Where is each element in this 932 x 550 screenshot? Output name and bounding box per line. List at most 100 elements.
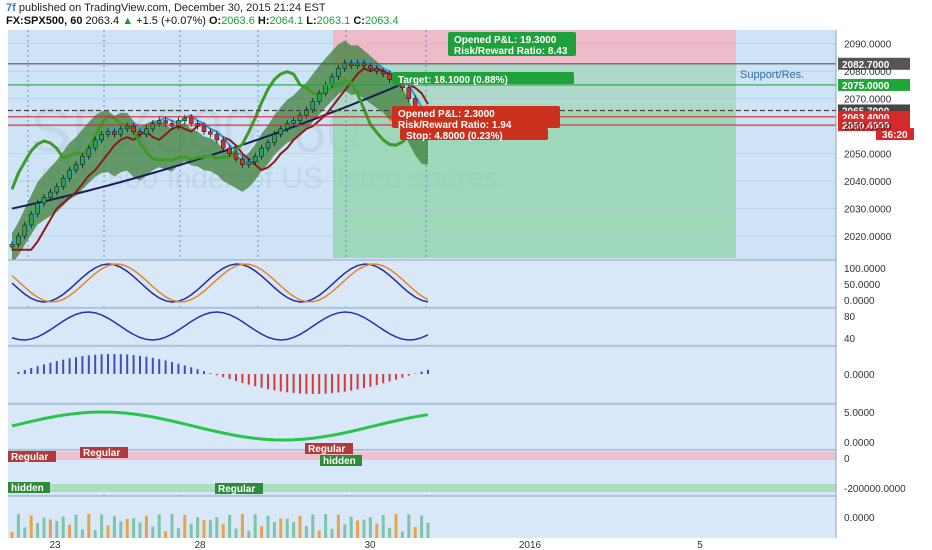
divergence-label: Regular: [83, 448, 120, 459]
price-tick-label: 2090.0000: [844, 40, 892, 51]
volume-bar: [42, 517, 46, 538]
volume-bar: [215, 516, 219, 538]
panel-tick-label: 80: [844, 312, 856, 323]
panel-tick-label: 0.0000: [844, 438, 875, 449]
histogram-bar: [151, 357, 154, 374]
volume-bar: [228, 514, 232, 538]
panel-background: [8, 308, 836, 344]
price-tick-label: 2040.0000: [844, 177, 892, 188]
panel-stochastic: 100.0000 50.0000 0.0000: [8, 259, 886, 307]
histogram-bar: [119, 354, 122, 374]
volume-bar: [292, 521, 296, 538]
volume-bar: [394, 514, 398, 538]
histogram-bar: [139, 355, 141, 374]
histogram-bar: [279, 374, 282, 392]
divergence-label: Regular: [218, 484, 255, 495]
candle-up: [252, 156, 258, 163]
candle-up: [16, 235, 21, 245]
volume-bar: [10, 532, 14, 538]
histogram-bar: [145, 356, 148, 374]
histogram-bar: [292, 374, 295, 394]
panel-macd-histogram: 0.0000: [8, 345, 875, 402]
candle-up: [92, 139, 98, 149]
publish-line: 7f published on TradingView.com, Decembe…: [6, 2, 326, 14]
open-label: O:: [208, 15, 222, 27]
candle-down: [137, 131, 143, 135]
panel-tick-label: 0.0000: [844, 513, 875, 524]
histogram-bar: [183, 365, 186, 374]
open-value: 2063.6: [221, 15, 255, 27]
volume-bar: [362, 519, 366, 538]
candle-up: [118, 128, 124, 135]
volume-bar: [240, 514, 244, 538]
long-trade-label-text: Opened P&L: 19.3000: [454, 35, 557, 46]
candle-up: [284, 123, 290, 130]
histogram-bar: [254, 374, 257, 387]
divergence-band-bottom: [8, 484, 836, 492]
volume-bar: [388, 527, 392, 538]
volume-bar: [343, 524, 347, 538]
panel-tick-label: 0.0000: [844, 370, 875, 381]
histogram-bar: [100, 354, 103, 374]
volume-bar: [208, 520, 212, 538]
low-label: L:: [306, 15, 317, 27]
volume-bar: [157, 514, 161, 538]
volume-bar: [221, 524, 225, 538]
histogram-bar: [68, 358, 71, 374]
candle-down: [131, 125, 136, 132]
volume-bar: [196, 517, 200, 538]
panel-divergence: 0-200000.0000Regular Regular Regularhidden…: [8, 443, 906, 495]
volume-bar: [279, 518, 283, 538]
histogram-bar: [395, 374, 397, 380]
histogram-bar: [305, 374, 308, 394]
histogram-bar: [30, 368, 33, 374]
chart-canvas[interactable]: SPX500, 60 S&P 500 Index of US listed sh…: [0, 30, 932, 550]
volume-bar: [189, 523, 193, 538]
volume-bar: [74, 514, 78, 538]
histogram-bar: [363, 374, 365, 389]
candle-up: [291, 120, 296, 124]
histogram-bar: [420, 371, 423, 374]
volume-bar: [29, 515, 33, 538]
histogram-bar: [36, 366, 39, 374]
support-resistance-label: Support/Res.: [740, 69, 804, 81]
candle-up: [182, 117, 188, 121]
candle-up: [48, 191, 53, 198]
histogram-bar: [235, 374, 237, 382]
candle-down: [233, 153, 239, 160]
candle-up: [156, 120, 162, 124]
volume-bar: [426, 522, 430, 538]
volume-bar: [266, 515, 270, 538]
histogram-bar: [17, 372, 20, 374]
histogram-bar: [356, 374, 359, 390]
stop-label-text: Stop: 4.8000 (0.23%): [406, 131, 503, 142]
volume-bar: [375, 523, 379, 538]
candle-up: [54, 186, 60, 193]
symbol-label[interactable]: FX:SPX500, 60: [6, 15, 82, 27]
candle-up: [336, 68, 341, 77]
divergence-band-top: [8, 452, 836, 460]
candle-down: [214, 134, 220, 141]
volume-bar: [298, 515, 302, 538]
volume-bar: [164, 531, 168, 538]
volume-bar: [138, 522, 142, 538]
tradingview-logo[interactable]: 7f: [6, 2, 16, 14]
histogram-bar: [375, 374, 378, 386]
candle-up: [144, 128, 149, 135]
volume-bar: [311, 514, 315, 538]
panel-oscillator: 5.0000 0.0000: [8, 403, 875, 449]
close-label: C:: [353, 15, 365, 27]
candle-down: [112, 131, 117, 135]
candle-up: [80, 156, 85, 165]
panel-background: [8, 260, 836, 306]
candle-up: [278, 128, 284, 135]
volume-bar: [349, 516, 353, 538]
divergence-label: hidden: [11, 483, 44, 494]
volume-bar: [170, 514, 174, 538]
chart-header: 7f published on TradingView.com, Decembe…: [0, 0, 932, 30]
panel-tick-label: 50.0000: [844, 280, 881, 291]
histogram-bar: [196, 369, 199, 374]
panel-tick-label: -200000.0000: [844, 484, 906, 495]
histogram-bar: [407, 374, 410, 376]
volume-bar: [253, 514, 257, 538]
